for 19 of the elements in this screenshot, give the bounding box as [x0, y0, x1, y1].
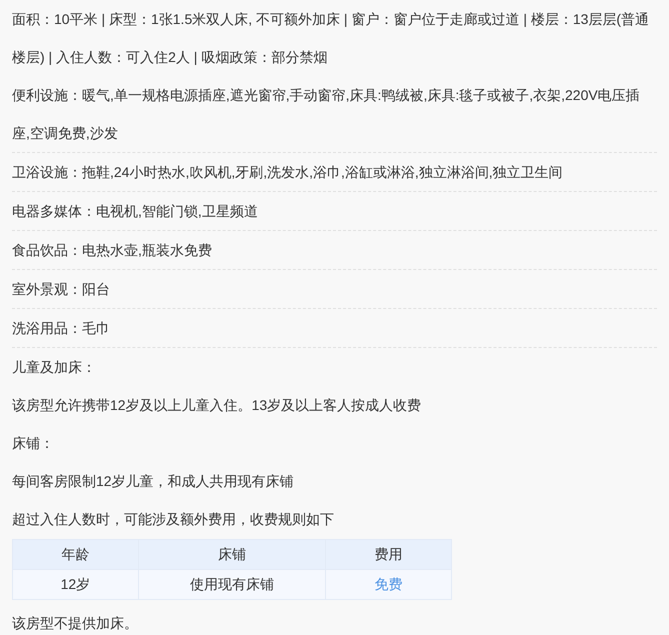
facility-line: 电器多媒体：电视机,智能门锁,卫星频道 [12, 192, 657, 231]
policy-text: 儿童及加床： [12, 358, 97, 377]
policy-text: 该房型允许携带12岁及以上儿童入住。13岁及以上客人按成人收费 [12, 396, 422, 415]
facility-line: 室外景观：阳台 [12, 270, 657, 309]
policy-text: 超过入住人数时，可能涉及额外费用，收费规则如下 [12, 510, 335, 529]
column-header: 费用 [326, 540, 452, 570]
policy-text: 每间客房限制12岁儿童，和成人共用现有床铺 [12, 472, 295, 491]
table-cell: 使用现有床铺 [138, 570, 326, 600]
column-header: 床铺 [138, 540, 326, 570]
facility-line: 食品饮品：电热水壶,瓶装水免费 [12, 231, 657, 270]
table-cell: 12岁 [12, 570, 138, 600]
facility-line: 便利设施：暖气,单一规格电源插座,遮光窗帘,手动窗帘,床具:鸭绒被,床具:毯子或被子,衣架,220V电压插座,空调免费,沙发 [12, 76, 657, 153]
table-cell: 免费 [326, 570, 452, 600]
policy-text: 床铺： [12, 434, 55, 453]
policy-text: 该房型不提供加床。 [12, 614, 139, 633]
facility-line: 卫浴设施：拖鞋,24小时热水,吹风机,牙刷,洗发水,浴巾,浴缸或淋浴,独立淋浴间,独立卫生间 [12, 153, 657, 192]
column-header: 年龄 [12, 540, 138, 570]
facility-line: 洗浴用品：毛巾 [12, 309, 657, 348]
room-info-text: 面积：10平米 | 床型：1张1.5米双人床, 不可额外加床 | 窗户：窗户位于走廊或过道 | 楼层：13层层(普通楼层) | 入住人数：可入住2人 | 吸烟政策：部分禁烟 [12, 10, 650, 67]
